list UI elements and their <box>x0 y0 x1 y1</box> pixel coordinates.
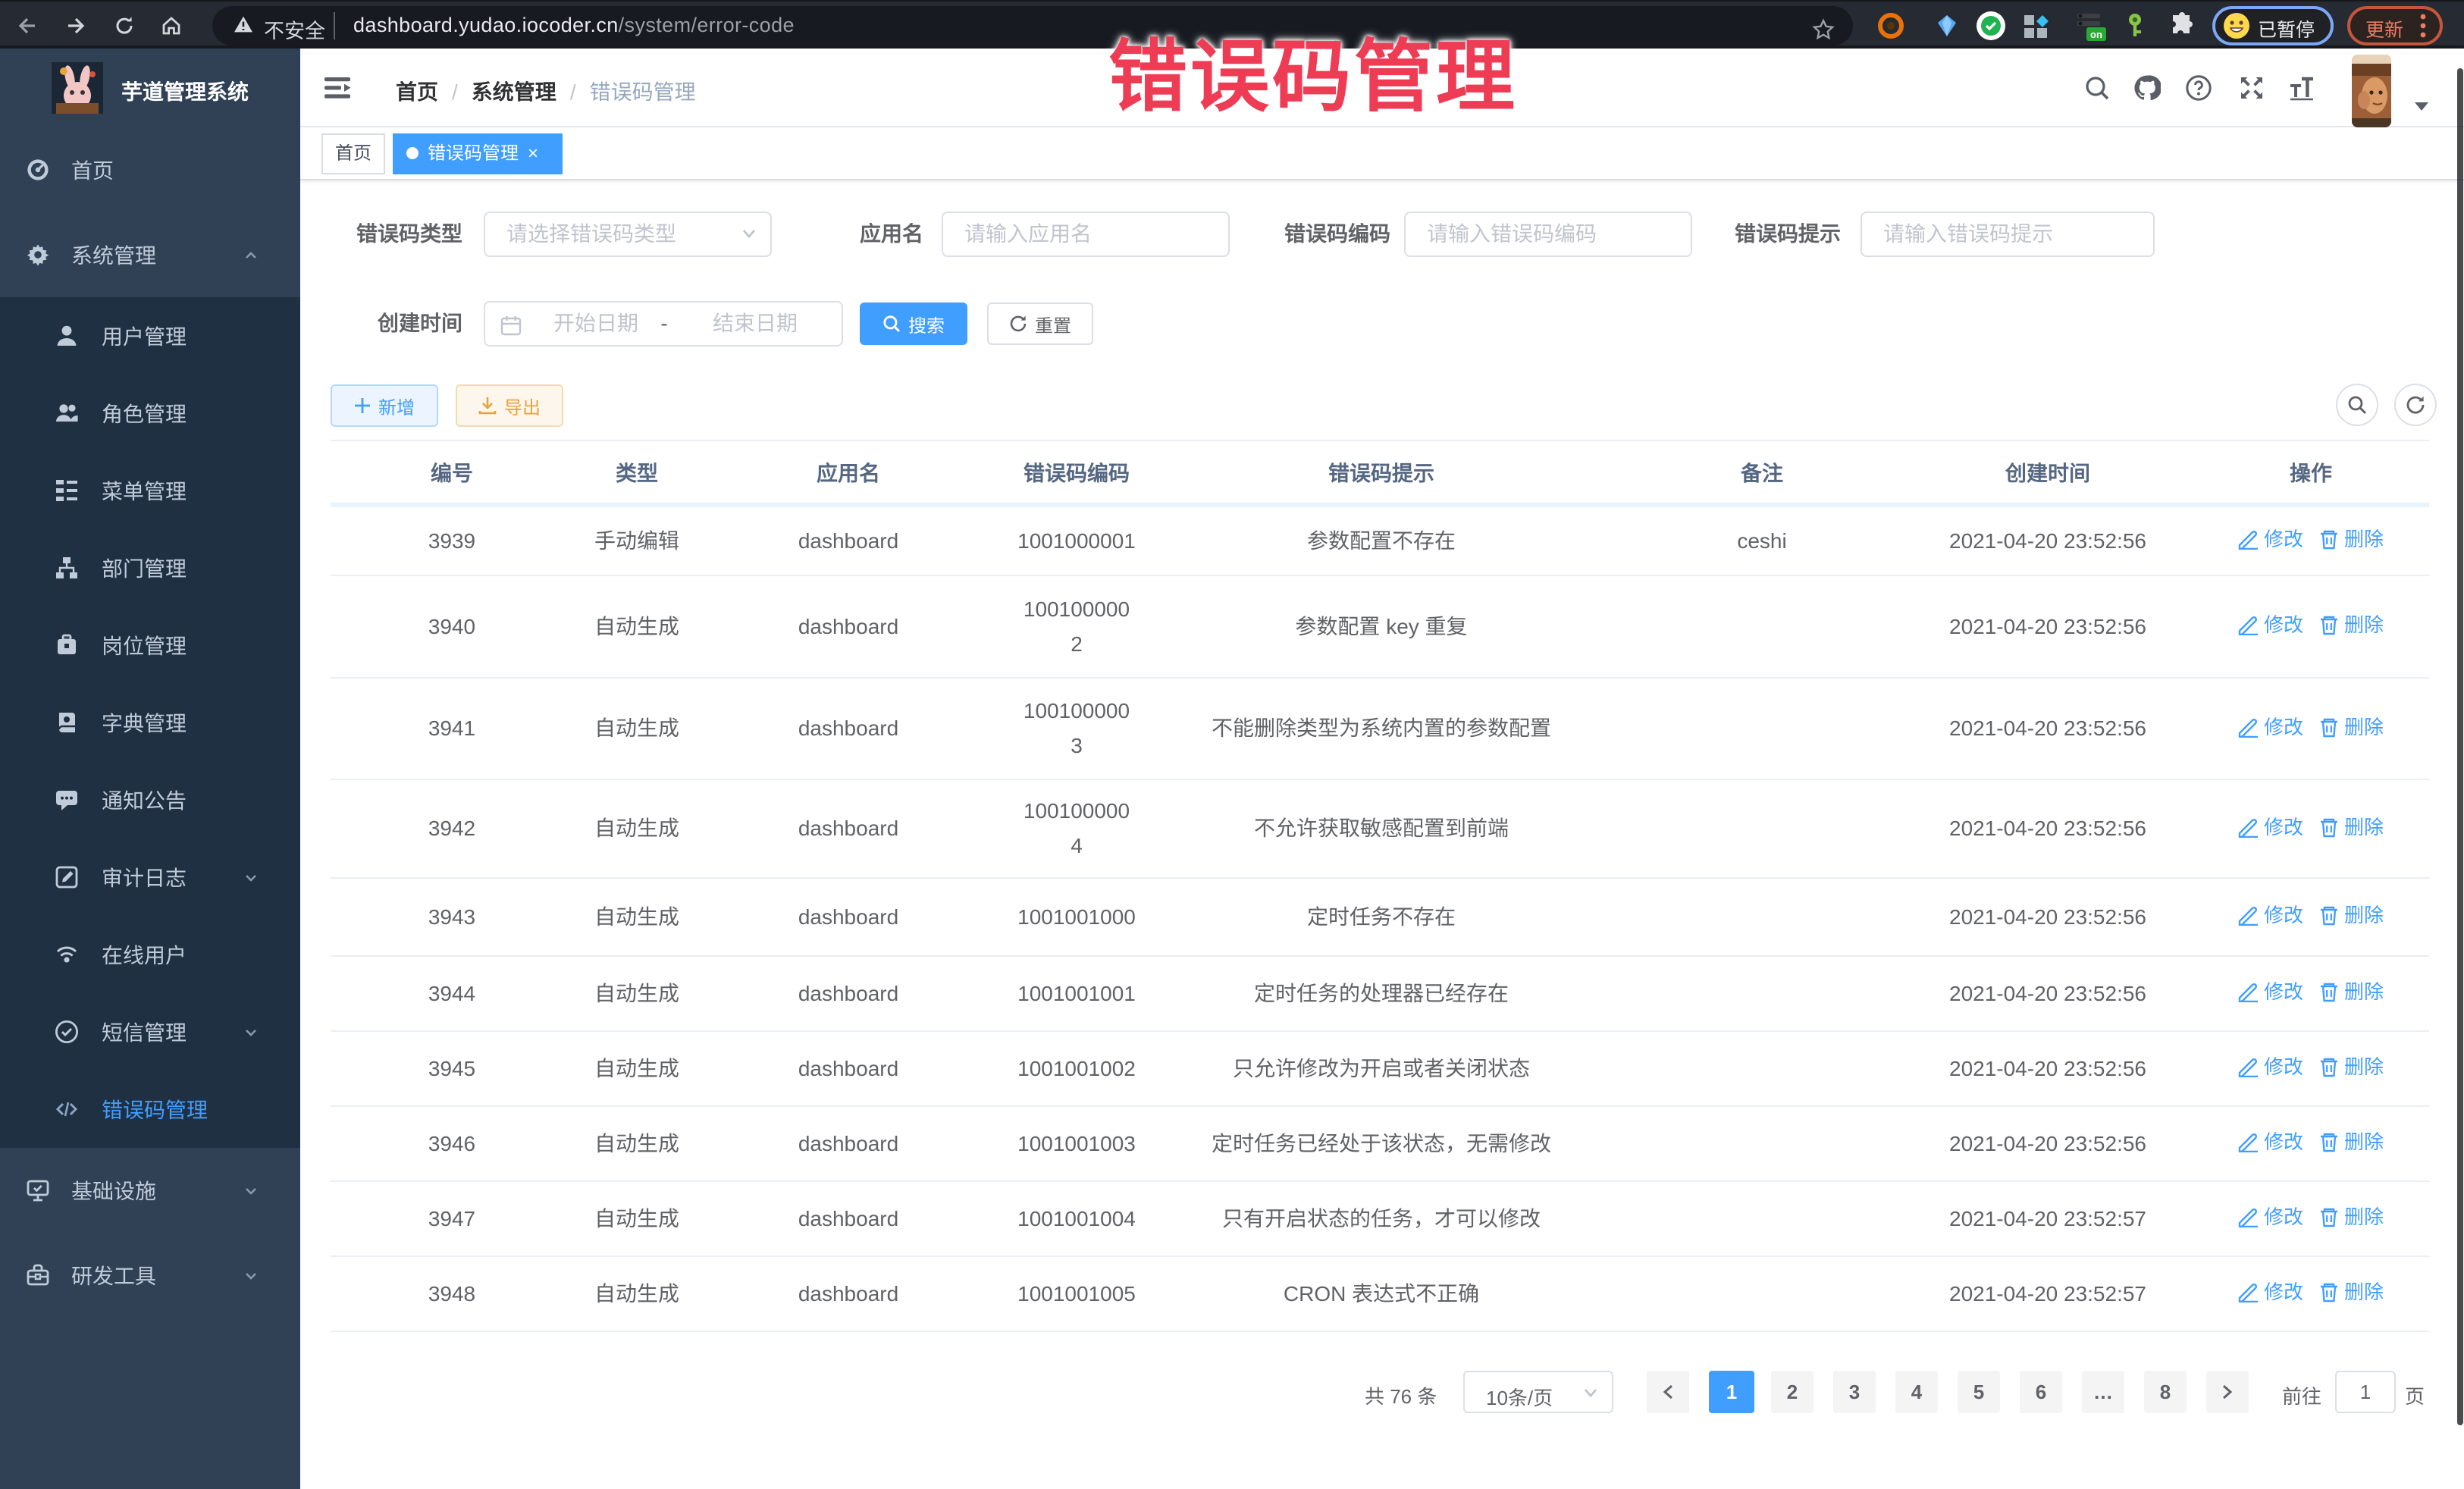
svg-text:on: on <box>2090 29 2102 40</box>
